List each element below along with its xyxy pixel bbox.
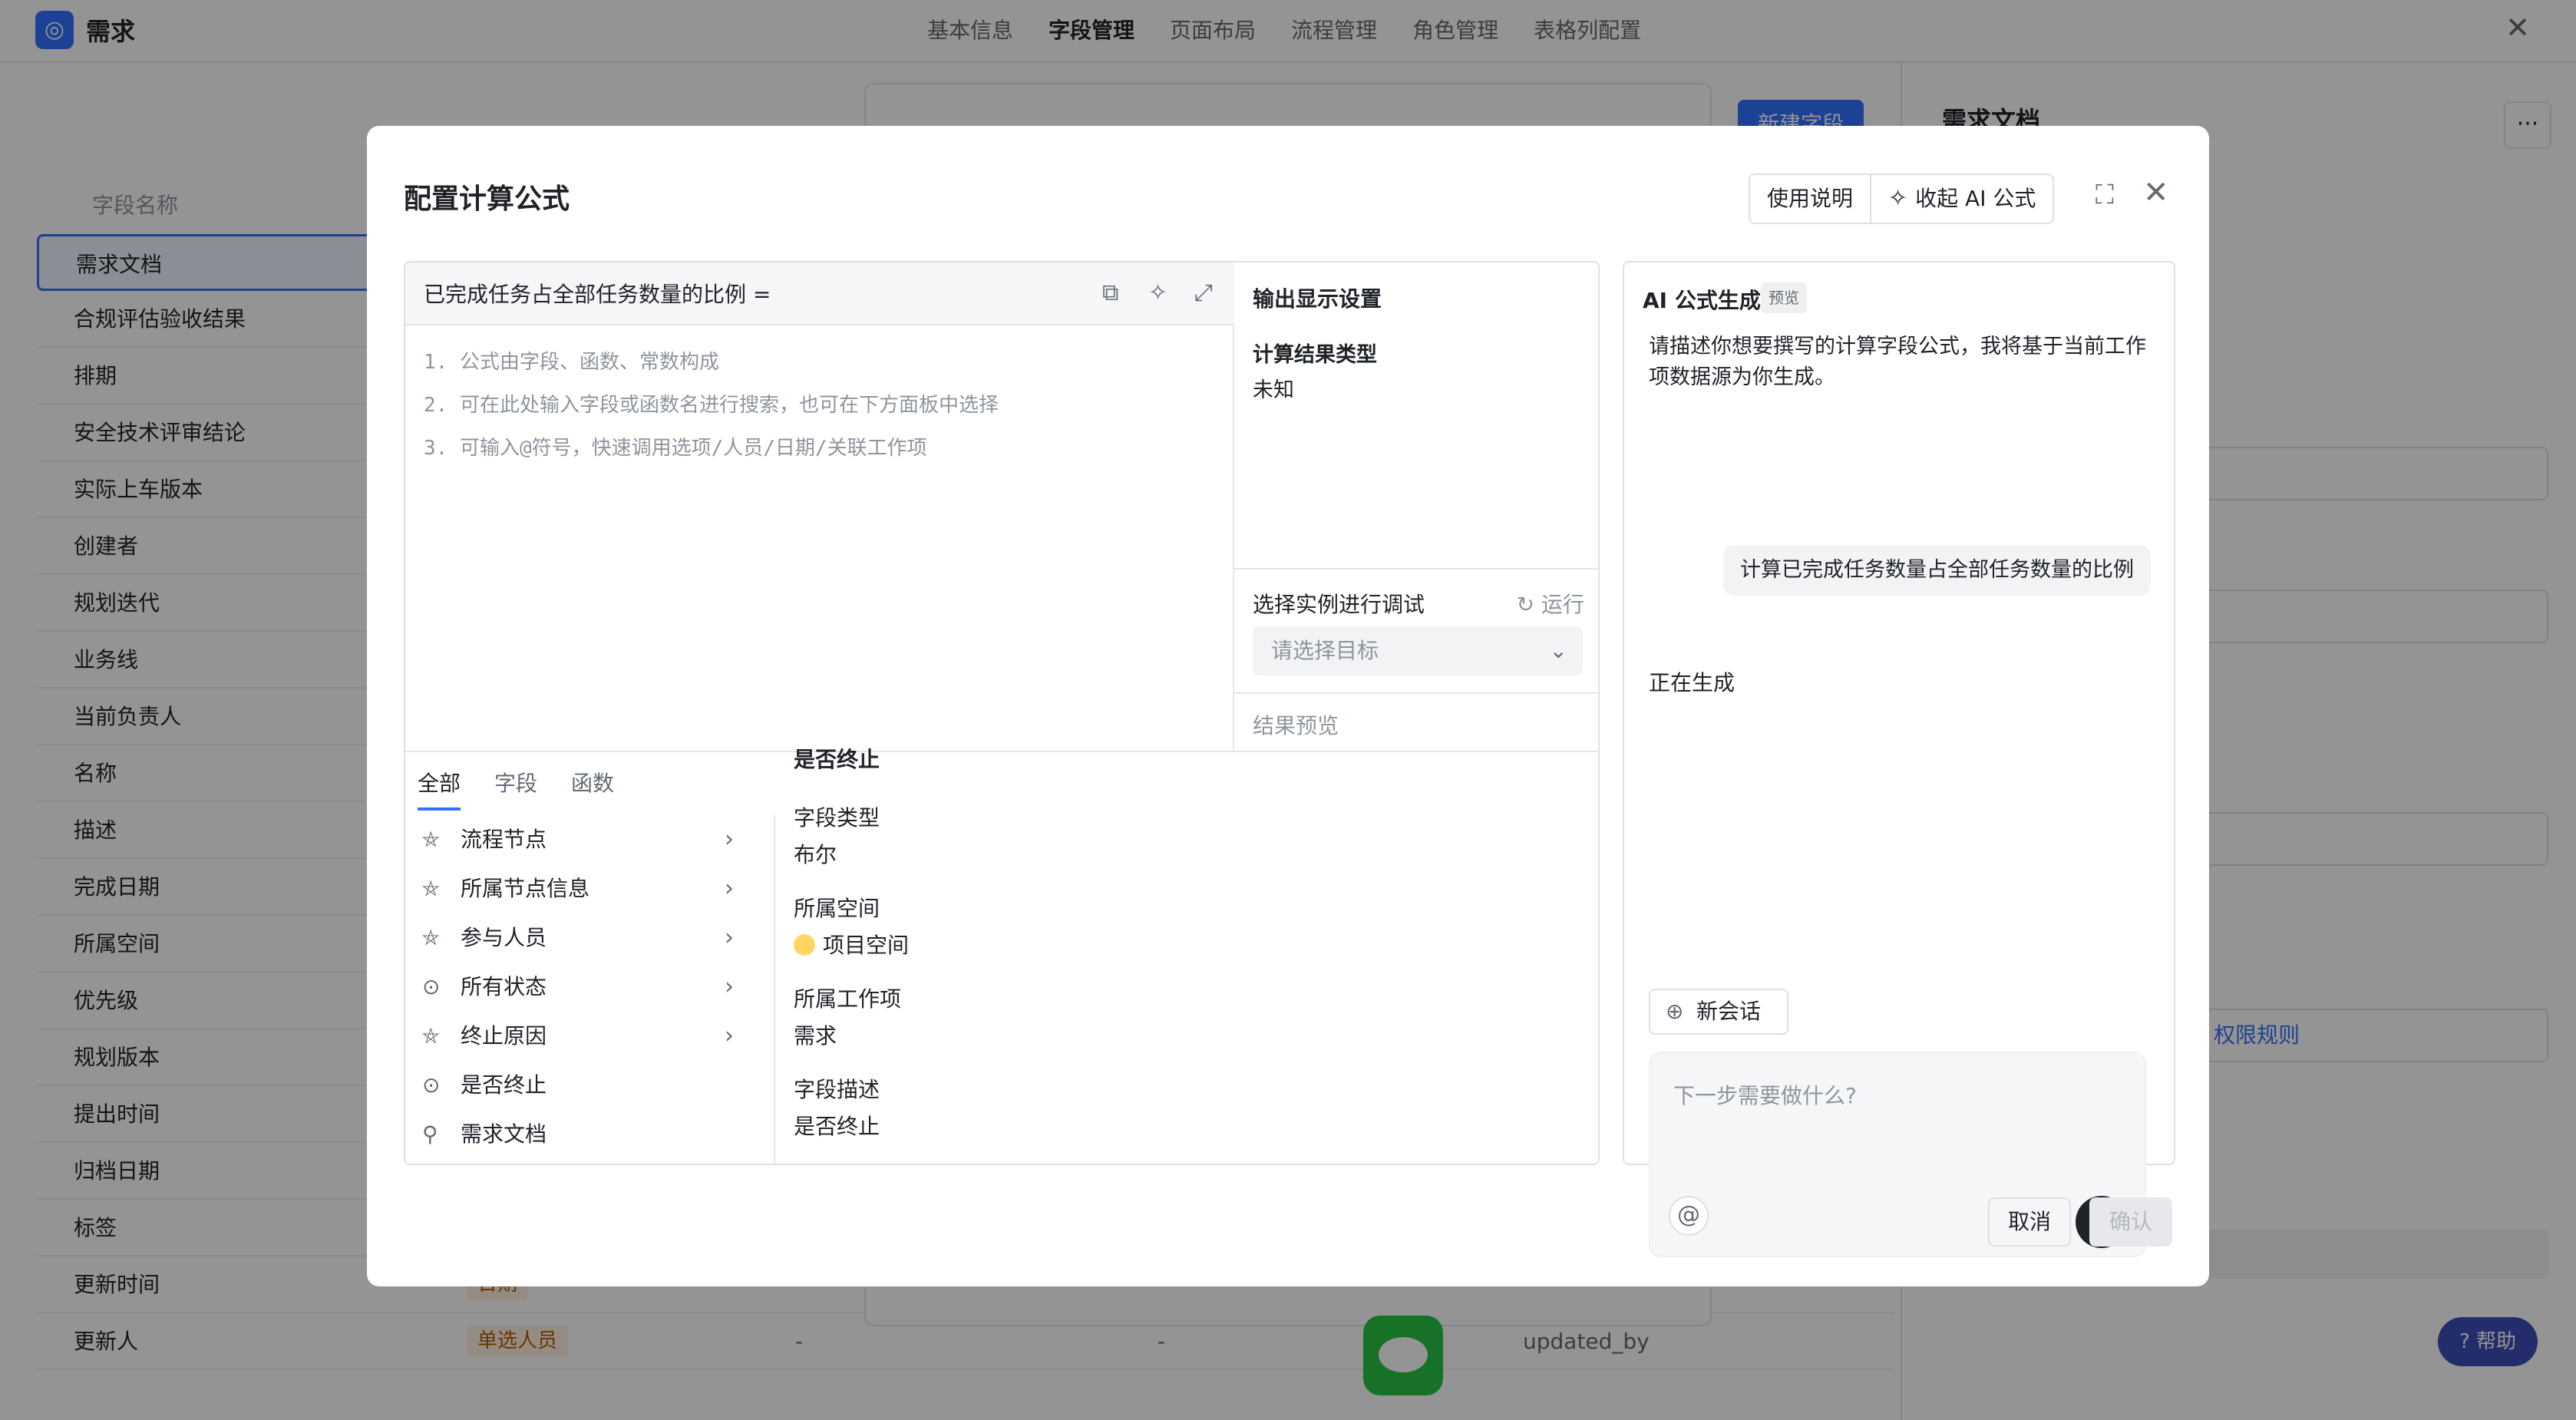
chevron-right-icon[interactable]: › [725,963,734,1012]
result-preview-label: 结果预览 [1253,713,1339,738]
tree-item[interactable]: ⊙ 是否终止 [405,1061,774,1110]
result-type-value: 未知 [1253,378,1294,402]
collapse-ai-formula-button[interactable]: ✧ 收起 AI 公式 [1870,175,2053,223]
field-type-label: 字段类型 [794,805,880,831]
workitem-value: 需求 [794,1023,837,1048]
refresh-icon: ↻ [1516,592,1535,617]
user-message: 计算已完成任务数量占全部任务数量的比例 [1723,545,2151,596]
tree-item-label: 终止原因 [461,1023,547,1048]
plus-circle-icon: ⊕ [1666,999,1684,1024]
output-settings-title: 输出显示设置 [1253,286,1382,312]
formula-field-name: 已完成任务占全部任务数量的比例 = [424,282,771,307]
field-detail: 是否终止 字段类型 布尔 所属空间 项目空间 所属工作项 需求 字段描述 是否终… [794,743,1592,1162]
sparkle-icon: ✧ [1888,185,1908,212]
ai-chat-input[interactable]: 下一步需要做什么? @ [1649,1052,2146,1257]
tree-item-label: 所有状态 [461,974,547,999]
debug-instance-label: 选择实例进行调试 [1253,592,1425,617]
chevron-down-icon: ⌄ [1549,638,1567,663]
modal-title: 配置计算公式 [404,183,570,215]
formula-editor-panel: 已完成任务占全部任务数量的比例 = ⧉ ✧ ⤢ 1. 公式由字段、函数、常数构成… [404,261,1600,1165]
browser-tabs: 全部 字段 函数 [405,752,775,815]
space-label: 所属空间 [794,896,880,921]
preview-badge: 预览 [1761,282,1807,313]
field-desc-label: 字段描述 [794,1077,880,1102]
chevron-right-icon[interactable]: › [725,913,734,963]
divider [1234,568,1598,570]
divider [1234,692,1598,694]
fullscreen-icon[interactable]: ⛶ [2095,180,2114,210]
tree-item[interactable]: ⛤ 终止原因 › [405,1012,774,1061]
flow-icon: ⛤ [422,1023,440,1048]
generating-status: 正在生成 [1649,670,1735,695]
tree-item[interactable]: ⛤ 流程节点 › [405,815,774,864]
field-tree: ⛤ 流程节点 › ⛤ 所属节点信息 › ⛤ 参与人员 › ⊙ 所有状态 › ⛤ 终止原因 › ⊙ 是否终止 ⚲ 需求… [405,815,775,1164]
tree-item[interactable]: ⊙ 所有状态 › [405,963,774,1012]
chevron-right-icon[interactable]: › [725,815,734,864]
flow-icon: ⛤ [422,827,440,852]
field-function-browser: 全部 字段 函数 ⛤ 流程节点 › ⛤ 所属节点信息 › ⛤ 参与人员 › ⊙ 所有状态 › ⛤ 终止原因… [405,747,1598,1164]
space-emoji-icon [794,934,815,956]
workitem-label: 所属工作项 [794,986,902,1012]
field-desc-value: 是否终止 [794,1114,880,1139]
formula-config-modal: 配置计算公式 使用说明 ✧ 收起 AI 公式 ⛶ ✕ 已完成任务占全部任务数量的比… [367,126,2209,1286]
tree-item[interactable]: ⛤ 参与人员 › [405,913,774,963]
flow-icon: ⛤ [422,876,440,901]
tree-item-label: 需求文档 [461,1121,547,1147]
cancel-button[interactable]: 取消 [1988,1197,2071,1247]
run-button[interactable]: ↻ 运行 [1517,588,1584,619]
flow-icon: ⛤ [422,925,440,950]
modal-close-icon[interactable]: ✕ [2143,175,2169,210]
tree-item-label: 所属节点信息 [461,876,590,901]
confirm-button[interactable]: 确认 [2089,1197,2172,1247]
formula-input[interactable]: 1. 公式由字段、函数、常数构成 2. 可在此处输入字段或函数名进行搜索，也可在… [405,325,1234,751]
ai-panel-title: AI 公式生成 [1643,288,1761,313]
header-button-group: 使用说明 ✧ 收起 AI 公式 [1749,173,2055,224]
chevron-right-icon[interactable]: › [725,864,734,913]
link-icon: ⚲ [422,1121,438,1147]
tab-all[interactable]: 全部 [418,752,461,811]
output-settings-panel: 输出显示设置 计算结果类型 未知 选择实例进行调试 ↻ 运行 请选择目标 ⌄ 结… [1234,263,1598,751]
formula-placeholder: 1. 公式由字段、函数、常数构成 2. 可在此处输入字段或函数名进行搜索，也可在… [424,351,999,460]
chat-input-placeholder: 下一步需要做什么? [1673,1083,1857,1108]
tree-item-label: 是否终止 [461,1072,547,1098]
new-chat-button[interactable]: ⊕ 新会话 [1649,989,1788,1035]
tree-item-label: 流程节点 [461,827,547,852]
chevron-right-icon[interactable]: › [725,1012,734,1061]
check-circle-icon: ⊙ [422,1072,441,1098]
ai-description: 请描述你想要撰写的计算字段公式，我将基于当前工作项数据源为你生成。 [1649,335,2146,389]
usage-guide-button[interactable]: 使用说明 [1750,175,1870,223]
check-circle-icon: ⊙ [422,974,441,999]
tree-item[interactable]: ⛤ 所属节点信息 › [405,864,774,913]
mention-icon[interactable]: @ [1669,1196,1709,1236]
tab-fields[interactable]: 字段 [494,752,537,815]
space-value: 项目空间 [794,927,1592,964]
chat-conversation: 计算已完成任务数量占全部任务数量的比例 正在生成 [1629,516,2171,745]
detail-heading: 是否终止 [794,747,880,772]
tree-item[interactable]: ⚲ 需求文档 [405,1110,774,1159]
expand-icon[interactable]: ⤢ [1194,279,1213,306]
copy-icon[interactable]: ⧉ [1102,279,1118,306]
result-type-label: 计算结果类型 [1253,343,1377,367]
target-select[interactable]: 请选择目标 ⌄ [1253,626,1583,675]
field-type-value: 布尔 [794,842,837,867]
tab-functions[interactable]: 函数 [571,752,614,815]
ai-formula-panel: AI 公式生成 预览 请描述你想要撰写的计算字段公式，我将基于当前工作项数据源为… [1623,261,2175,1257]
format-icon[interactable]: ✧ [1148,279,1167,306]
tree-item-label: 参与人员 [461,925,547,950]
formula-header: 已完成任务占全部任务数量的比例 = ⧉ ✧ ⤢ [405,263,1234,325]
